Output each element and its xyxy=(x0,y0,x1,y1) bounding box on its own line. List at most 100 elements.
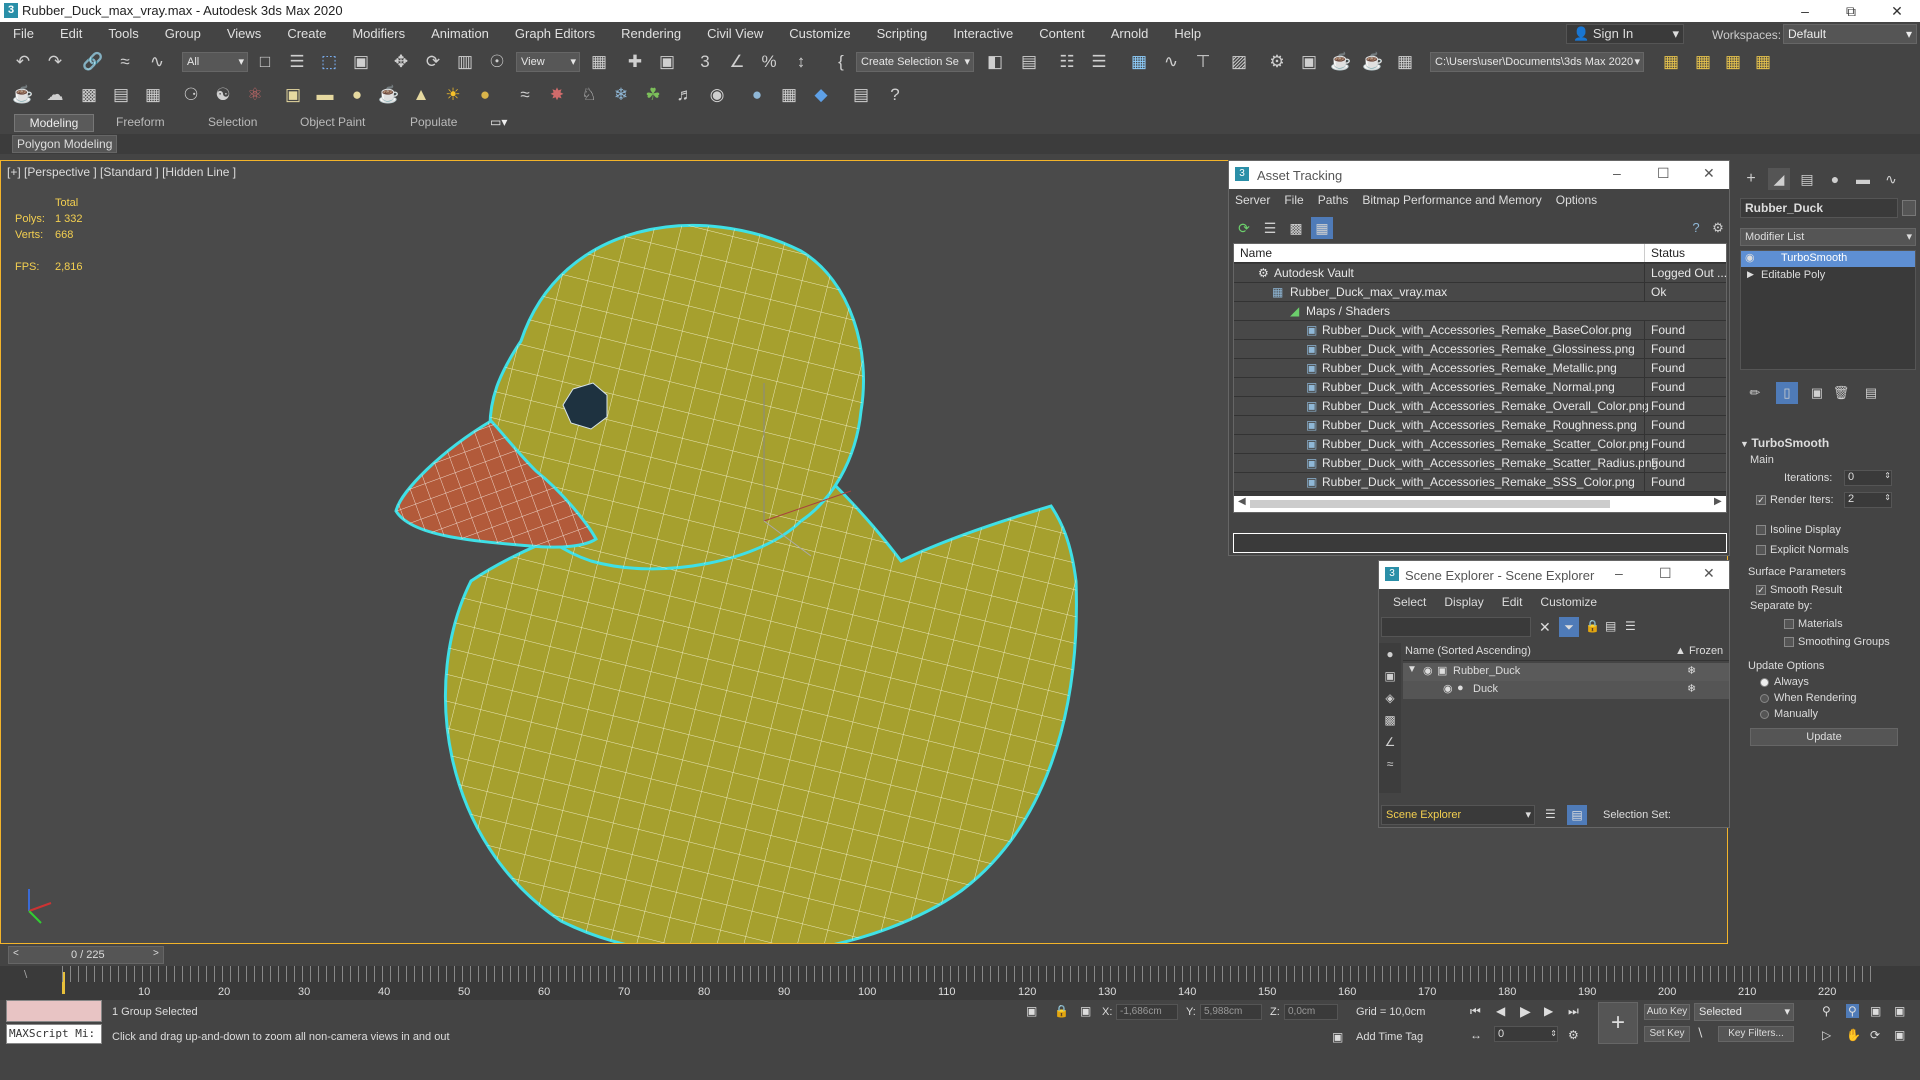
time-tag-icon[interactable]: ▣ xyxy=(1332,1030,1343,1044)
menu-paths[interactable]: Paths xyxy=(1318,193,1349,207)
menu-file[interactable]: File xyxy=(1284,193,1303,207)
lights-filter-icon[interactable]: ◈ xyxy=(1379,687,1401,709)
menu-options[interactable]: Options xyxy=(1556,193,1597,207)
project-folder-dropdown[interactable]: C:\Users\user\Documents\3ds Max 2020 ▾ xyxy=(1430,52,1644,72)
expand-arrow-icon[interactable]: ▼ xyxy=(1407,664,1417,675)
clear-search-icon[interactable]: ✕ xyxy=(1539,619,1551,636)
pivot-center-icon[interactable]: ▦ xyxy=(588,51,610,73)
absolute-mode-icon[interactable]: ▣ xyxy=(1080,1004,1091,1018)
zoom-extents-all-icon[interactable]: ▣ xyxy=(1894,1004,1905,1018)
utilities-tab-icon[interactable]: ∿ xyxy=(1880,168,1902,190)
table-view-icon[interactable]: ▦ xyxy=(1311,217,1333,239)
table-row[interactable]: ▣ Rubber_Duck_with_Accessories_Remake_Nor… xyxy=(1234,378,1726,397)
plant-icon[interactable]: ☘ xyxy=(642,84,664,106)
configure-modifier-sets-icon[interactable]: ▤ xyxy=(1860,382,1882,404)
list-view-icon[interactable]: ☰ xyxy=(1259,217,1281,239)
zoom-all-icon[interactable]: ⚲ xyxy=(1846,1004,1859,1018)
vray-sphere-icon[interactable]: ● xyxy=(746,84,768,106)
polygon-modeling-button[interactable]: Polygon Modeling xyxy=(12,135,118,153)
rollout-header-turbosmooth[interactable]: ▼ TurboSmooth xyxy=(1740,436,1916,452)
mesh-clipper-icon[interactable]: ♘ xyxy=(578,84,600,106)
motion-tab-icon[interactable]: ● xyxy=(1824,168,1846,190)
schematic-view-icon[interactable]: ⊤ xyxy=(1192,51,1214,73)
stack-item-editable-poly[interactable]: ▶ Editable Poly xyxy=(1741,268,1915,284)
script-icon[interactable]: ▤ xyxy=(850,84,872,106)
key-set-dropdown[interactable]: Selected ▾ xyxy=(1694,1003,1794,1021)
eye-icon[interactable]: ◉ xyxy=(1443,682,1453,695)
dome-light-icon[interactable]: ● xyxy=(474,84,496,106)
cone-icon[interactable]: ▲ xyxy=(410,84,432,106)
selection-filter-dropdown[interactable]: All ▾ xyxy=(182,52,248,72)
prev-frame-icon[interactable]: < xyxy=(13,948,19,959)
proxy-icon[interactable]: ✸ xyxy=(546,84,568,106)
menu-group[interactable]: Group xyxy=(152,22,214,46)
update-button[interactable]: Update xyxy=(1750,728,1898,746)
object-color-swatch[interactable] xyxy=(1902,200,1916,216)
rendered-frame-window-icon[interactable]: ▣ xyxy=(1298,51,1320,73)
minimize-icon[interactable]: – xyxy=(1615,565,1623,581)
play-icon[interactable]: ▶ xyxy=(1520,1003,1531,1020)
menu-display[interactable]: Display xyxy=(1444,595,1483,609)
light-lister-icon[interactable]: ⚆ xyxy=(180,84,202,106)
help-icon[interactable]: ? xyxy=(884,84,906,106)
menu-customize[interactable]: Customize xyxy=(1540,595,1597,609)
select-object-icon[interactable]: □ xyxy=(254,51,276,73)
isolate-selection-icon[interactable]: ▣ xyxy=(1026,1004,1037,1018)
asset-tracking-icon[interactable]: ▦ xyxy=(1722,51,1744,73)
link-icon[interactable]: 🔗 xyxy=(82,51,104,73)
workspaces-dropdown[interactable]: Default ▾ xyxy=(1783,24,1917,44)
close-icon[interactable]: ✕ xyxy=(1874,0,1920,22)
menu-help[interactable]: Help xyxy=(1161,22,1214,46)
table-row[interactable]: ▣ Rubber_Duck_with_Accessories_Remake_Met… xyxy=(1234,359,1726,378)
rectangular-selection-icon[interactable]: ⬚ xyxy=(318,51,340,73)
align-icon[interactable]: ▤ xyxy=(1018,51,1040,73)
sign-in-button[interactable]: 👤 Sign In ▾ xyxy=(1566,24,1684,44)
angle-snap-icon[interactable]: ∠ xyxy=(726,51,748,73)
unlink-icon[interactable]: ≈ xyxy=(114,51,136,73)
maximize-icon[interactable]: ☐ xyxy=(1657,165,1670,182)
table-row[interactable]: ▣ Rubber_Duck_with_Accessories_Remake_Ove… xyxy=(1234,397,1726,416)
table-row[interactable]: ⚙ Autodesk Vault Logged Out ... xyxy=(1234,264,1726,283)
smooth-result-checkbox[interactable]: ✓ Smooth Result xyxy=(1756,584,1842,596)
table-row[interactable]: ▣ Rubber_Duck_with_Accessories_Remake_Sca… xyxy=(1234,435,1726,454)
scene-search-input[interactable] xyxy=(1381,617,1531,637)
curve-editor-icon[interactable]: ∿ xyxy=(1160,51,1182,73)
go-to-start-icon[interactable]: ⏮ xyxy=(1470,1004,1481,1019)
menu-arnold[interactable]: Arnold xyxy=(1098,22,1162,46)
menu-graph-editors[interactable]: Graph Editors xyxy=(502,22,608,46)
menu-select[interactable]: Select xyxy=(1393,595,1426,609)
close-icon[interactable]: ✕ xyxy=(1703,165,1715,182)
layers-icon[interactable]: ☰ xyxy=(1545,807,1556,821)
expand-arrow-icon[interactable]: ▶ xyxy=(1747,269,1754,280)
spinner-snap-icon[interactable]: ↕ xyxy=(790,51,812,73)
x-coordinate-field[interactable]: -1,686cm xyxy=(1116,1004,1178,1020)
cameras-filter-icon[interactable]: ▩ xyxy=(1379,709,1401,731)
curve-toggle-icon[interactable]: ∖ xyxy=(22,970,28,981)
particle-icon[interactable]: ⚛ xyxy=(244,84,266,106)
object-name-field[interactable]: Rubber_Duck xyxy=(1740,198,1898,218)
shapes-icon[interactable]: ☁ xyxy=(44,84,66,106)
snaps-toggle-icon[interactable]: 3 xyxy=(694,51,716,73)
menu-server[interactable]: Server xyxy=(1235,193,1270,207)
time-slider[interactable]: < 0 / 225 > xyxy=(8,946,164,964)
edit-named-selection-icon[interactable]: { xyxy=(830,51,852,73)
refresh-icon[interactable]: ⟳ xyxy=(1233,217,1255,239)
mirror-icon[interactable]: ◧ xyxy=(984,51,1006,73)
menu-scripting[interactable]: Scripting xyxy=(864,22,941,46)
column-status[interactable]: Status xyxy=(1644,244,1726,262)
material-icon[interactable]: ◉ xyxy=(706,84,728,106)
table-row[interactable]: ▣ Rubber_Duck_with_Accessories_Remake_Bas… xyxy=(1234,321,1726,340)
select-manipulate-icon[interactable]: ✚ xyxy=(624,51,646,73)
render-iters-spinner[interactable]: 2 ⇕ xyxy=(1844,492,1892,508)
scrollbar-thumb[interactable] xyxy=(1250,500,1610,508)
when-rendering-radio[interactable]: When Rendering xyxy=(1760,692,1857,704)
auto-key-button[interactable]: Auto Key xyxy=(1644,1004,1690,1020)
bind-space-warp-icon[interactable]: ∿ xyxy=(146,51,168,73)
z-coordinate-field[interactable]: 0,0cm xyxy=(1284,1004,1338,1020)
filter-icon[interactable]: ⏷ xyxy=(1559,617,1579,637)
show-end-result-icon[interactable]: ▯ xyxy=(1776,382,1798,404)
table-row[interactable]: ▣ Rubber_Duck_with_Accessories_Remake_SSS… xyxy=(1234,473,1726,492)
percent-snap-icon[interactable]: % xyxy=(758,51,780,73)
column-name[interactable]: Name xyxy=(1240,244,1272,262)
track-bar[interactable]: ∖ 10 20 30 40 50 60 70 80 90 100 110 120… xyxy=(0,966,1920,1002)
